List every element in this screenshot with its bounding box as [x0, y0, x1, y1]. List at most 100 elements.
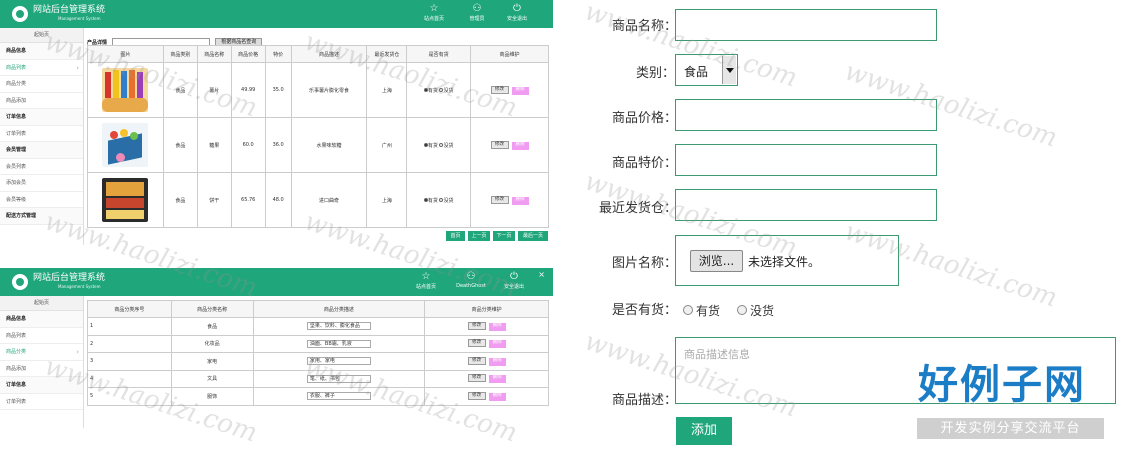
special-price-label: 商品特价：	[612, 156, 678, 171]
cell-category: 食品	[162, 62, 198, 118]
top-bar: 网站后台管理系统 Management System ☆ 站点首页 ⚇ Deat…	[0, 268, 553, 296]
pager-next[interactable]: 下一页	[493, 231, 515, 241]
star-icon: ☆	[429, 3, 439, 14]
add-button[interactable]: 添加	[676, 417, 732, 445]
desc-input[interactable]: 笔、纸、书包	[306, 374, 371, 383]
table-header: 图片 商品类别 商品名称 商品价格 特价 商品描述 最近发货仓 是否有货 商品维…	[87, 45, 549, 63]
desc-input[interactable]: 衣服、裤子	[306, 392, 371, 401]
edit-button[interactable]: 修改	[490, 85, 509, 94]
cell-name: 家电	[170, 352, 254, 371]
user-icon: ⚇	[472, 3, 482, 14]
desc-input[interactable]: 坚果、饮料、膨化食品	[306, 322, 371, 331]
category-list-screenshot: 网站后台管理系统 Management System ☆ 站点首页 ⚇ Deat…	[0, 268, 553, 428]
pager-prev[interactable]: 上一页	[468, 231, 490, 241]
pager-first[interactable]: 首页	[446, 231, 465, 241]
delete-button[interactable]: 删除	[488, 357, 506, 366]
stock-label: 是否有货：	[612, 303, 678, 318]
product-image-cell	[87, 172, 164, 228]
sidebar-item-product-category[interactable]: 商品分类	[0, 344, 83, 361]
delete-button[interactable]: 删除	[511, 86, 529, 95]
cell-name: 化妆品	[170, 334, 254, 353]
site-home-button[interactable]: ☆ 站点首页	[412, 3, 456, 27]
cell-desc: 油面、BB霜、乳液	[252, 334, 426, 353]
sidebar-group-order[interactable]: 订单信息	[0, 377, 83, 394]
desc-input[interactable]: 油面、BB霜、乳液	[306, 339, 371, 348]
cell-special: 35.0	[264, 62, 292, 118]
cell-name: 服饰	[170, 387, 254, 406]
delete-button[interactable]: 删除	[488, 322, 506, 331]
sidebar-item-product-list[interactable]: 商品列表	[0, 60, 83, 76]
user-button[interactable]: ⚇ DeathGhost	[449, 271, 493, 295]
delete-button[interactable]: 删除	[511, 196, 529, 205]
edit-button[interactable]: 修改	[490, 140, 509, 149]
cell-category: 食品	[162, 117, 198, 173]
admin-button[interactable]: ⚇ 管理员	[455, 3, 499, 27]
warehouse-label: 最近发货仓：	[599, 201, 678, 216]
sidebar-item-member-list[interactable]: 会员列表	[0, 159, 83, 175]
sidebar-group-member[interactable]: 会员管理	[0, 142, 83, 159]
edit-button[interactable]: 修改	[467, 339, 486, 348]
sidebar-item-order-list[interactable]: 订单列表	[0, 394, 83, 410]
file-picker: 浏览... 未选择文件。	[675, 235, 899, 286]
sidebar-group-delivery[interactable]: 配送方式管理	[0, 208, 83, 225]
sidebar-item-member-level[interactable]: 会员等级	[0, 192, 83, 208]
stock-no-radio[interactable]	[737, 305, 747, 315]
desc-input[interactable]: 家用、家电	[306, 357, 371, 366]
col-desc: 商品描述	[290, 45, 368, 63]
col-actions: 商品分类维护	[424, 300, 549, 318]
description-placeholder: 商品描述信息	[684, 348, 750, 361]
price-input[interactable]	[675, 99, 937, 131]
image-label: 图片名称：	[612, 256, 678, 271]
sidebar-item-product-category[interactable]: 商品分类	[0, 76, 83, 93]
site-home-button[interactable]: ☆ 站点首页	[404, 271, 448, 295]
cell-name: 文具	[170, 369, 254, 388]
cell-desc: 家用、家电	[252, 352, 426, 371]
sidebar-home[interactable]: 起始页	[0, 28, 83, 43]
table-row: 5 服饰 衣服、裤子 修改 删除	[87, 387, 549, 406]
sidebar-group-product[interactable]: 商品信息	[0, 43, 83, 60]
power-icon: ⏻	[510, 271, 518, 282]
cell-actions: 修改 删除	[424, 334, 549, 353]
cell-name: 食品	[170, 317, 254, 336]
delete-button[interactable]: 删除	[488, 340, 506, 349]
name-input[interactable]	[675, 9, 937, 41]
delete-button[interactable]: 删除	[488, 392, 506, 401]
edit-button[interactable]: 修改	[467, 356, 486, 365]
table-header: 商品分类序号 商品分类名称 商品分类描述 商品分类维护	[87, 300, 549, 318]
sidebar-item-member-add[interactable]: 添加会员	[0, 175, 83, 192]
cell-name: 糖果	[196, 117, 232, 173]
table-row: 食品 薯片 49.99 35.0 乐事薯片膨化零食 上海 有货 没货 修改 删除	[87, 62, 549, 118]
logout-button[interactable]: ⏻ 安全退出	[492, 271, 536, 295]
cell-no: 2	[87, 334, 172, 353]
cell-actions: 修改 删除	[470, 117, 549, 173]
logo-icon	[12, 6, 28, 22]
edit-button[interactable]: 修改	[467, 321, 486, 330]
edit-button[interactable]: 修改	[490, 195, 509, 204]
user-label: DeathGhost	[456, 283, 486, 289]
delete-button[interactable]: 删除	[488, 375, 506, 384]
pager-last[interactable]: 最后一页	[518, 231, 548, 241]
delete-button[interactable]: 删除	[511, 141, 529, 150]
edit-button[interactable]: 修改	[467, 374, 486, 383]
product-image-cell	[87, 117, 164, 173]
sidebar-item-product-list[interactable]: 商品列表	[0, 328, 83, 344]
special-price-input[interactable]	[675, 144, 937, 176]
sidebar-group-product[interactable]: 商品信息	[0, 311, 83, 328]
sidebar-item-product-add[interactable]: 商品添加	[0, 361, 83, 377]
browse-button[interactable]: 浏览...	[690, 250, 743, 272]
col-actions: 商品维护	[470, 45, 549, 63]
chevron-down-icon[interactable]	[722, 56, 736, 84]
sidebar-group-order[interactable]: 订单信息	[0, 109, 83, 126]
warehouse-input[interactable]	[675, 189, 937, 221]
edit-button[interactable]: 修改	[467, 391, 486, 400]
category-select[interactable]: 食品	[675, 54, 738, 86]
col-name: 商品名称	[196, 45, 232, 63]
stock-yes-label: 有货	[427, 87, 438, 94]
stock-yes-radio[interactable]	[683, 305, 693, 315]
brand-subtitle: Management System	[58, 284, 101, 289]
sidebar-item-product-add[interactable]: 商品添加	[0, 93, 83, 109]
sidebar-item-order-list[interactable]: 订单列表	[0, 126, 83, 142]
sidebar-home[interactable]: 起始页	[0, 296, 83, 311]
close-icon[interactable]: ×	[538, 270, 545, 279]
logout-button[interactable]: ⏻ 安全退出	[495, 3, 539, 27]
